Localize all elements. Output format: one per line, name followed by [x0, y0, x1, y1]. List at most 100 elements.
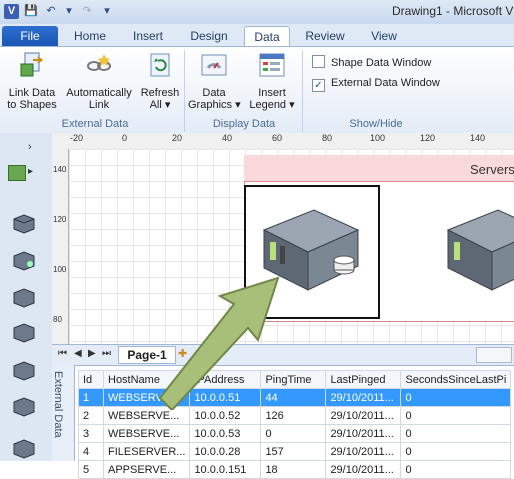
legend-icon: [259, 53, 285, 77]
cell-lastpinged: 29/10/2011...: [325, 406, 402, 425]
cell-hostname: FILESERVER...: [102, 442, 191, 461]
ruler-tick: 100: [370, 133, 386, 143]
checkbox-checked-icon: ✓: [312, 79, 325, 92]
cell-ipaddress: 10.0.0.28: [189, 442, 262, 461]
ruler-tick: 120: [420, 133, 436, 143]
ruler-tick: 140: [53, 165, 67, 174]
cell-pingtime: 18: [260, 460, 327, 479]
server-shape-icon[interactable]: [10, 213, 38, 235]
external-data-label: External Data: [52, 371, 64, 438]
automatically-link-icon: [87, 54, 111, 71]
cell-seconds: 0: [400, 460, 512, 479]
link-data-label: Link Data to Shapes: [7, 87, 57, 111]
redo-icon[interactable]: ↷: [80, 4, 94, 18]
cell-id: 4: [78, 442, 104, 461]
automatically-link-button[interactable]: Automatically Link: [62, 50, 136, 111]
ruler-tick: -20: [70, 133, 84, 143]
group-label-show-hide: Show/Hide: [349, 118, 403, 130]
ruler-tick: 100: [53, 265, 67, 274]
window-title: Drawing1 - Microsoft V: [392, 4, 514, 18]
customize-qat-icon[interactable]: ▾: [100, 4, 114, 18]
column-header-lastpinged[interactable]: LastPinged: [325, 370, 402, 389]
group-separator: [184, 50, 185, 132]
expand-shapes-chevron-icon[interactable]: ›: [28, 141, 32, 153]
first-page-icon[interactable]: ⏮: [58, 348, 67, 359]
server-shape-icon[interactable]: [10, 438, 38, 460]
checkbox-unchecked-icon: [312, 55, 325, 68]
automatically-link-label: Automatically Link: [66, 87, 132, 111]
ruler-tick: 60: [272, 133, 283, 143]
ruler-tick: 40: [222, 133, 233, 143]
shape-data-window-checkbox[interactable]: Shape Data Window: [312, 55, 431, 69]
external-data-table: Id HostName IPAddress PingTime LastPinge…: [78, 370, 512, 479]
server-shape-icon[interactable]: [10, 360, 38, 382]
last-page-icon[interactable]: ⏭: [102, 348, 111, 359]
ruler-tick: 140: [470, 133, 486, 143]
cell-hostname: WEBSERVE...: [102, 424, 191, 443]
undo-icon[interactable]: ↶: [44, 4, 58, 18]
refresh-all-button[interactable]: Refresh All ▾: [138, 50, 182, 111]
cell-ipaddress: 10.0.0.151: [189, 460, 262, 479]
ruler-tick: 120: [53, 215, 67, 224]
server-shape-icon[interactable]: [10, 287, 38, 309]
link-data-to-shapes-button[interactable]: Link Data to Shapes: [4, 50, 60, 111]
horizontal-scrollbar[interactable]: [476, 347, 512, 363]
cell-hostname: APPSERVE...: [102, 460, 191, 479]
undo-dropdown-icon[interactable]: ▾: [62, 4, 76, 18]
visio-app-icon[interactable]: V: [4, 4, 19, 19]
table-row[interactable]: 2 WEBSERVE... 10.0.0.52 126 29/10/2011..…: [78, 406, 512, 425]
external-data-window-checkbox[interactable]: ✓ External Data Window: [312, 77, 440, 92]
tab-design[interactable]: Design: [184, 26, 234, 46]
data-graphics-button[interactable]: Data Graphics ▾: [188, 50, 241, 111]
cell-lastpinged: 29/10/2011...: [325, 442, 402, 461]
cell-seconds: 0: [400, 406, 512, 425]
link-data-icon: [20, 52, 44, 77]
ruler-tick: 80: [53, 315, 62, 324]
horizontal-ruler: -20 0 20 40 60 80 100 120 140: [52, 133, 514, 150]
cell-id: 3: [78, 424, 104, 443]
server-illustration-icon: [446, 209, 514, 291]
insert-legend-label: Insert Legend ▾: [249, 87, 295, 111]
ruler-tick: 20: [172, 133, 183, 143]
annotation-arrow-icon: [158, 276, 280, 410]
cell-pingtime: 0: [260, 424, 327, 443]
ruler-tick: 80: [322, 133, 333, 143]
tab-insert[interactable]: Insert: [124, 26, 172, 46]
external-data-side-label: External Data: [52, 365, 75, 461]
insert-legend-button[interactable]: Insert Legend ▾: [246, 50, 298, 111]
vertical-ruler: 140 120 100 80: [52, 149, 69, 344]
cell-pingtime: 157: [260, 442, 327, 461]
tab-review[interactable]: Review: [300, 26, 350, 46]
external-data-window-label: External Data Window: [331, 77, 440, 89]
ruler-tick: 0: [122, 133, 128, 143]
tab-data[interactable]: Data: [244, 26, 290, 47]
shape-data-window-label: Shape Data Window: [331, 57, 432, 69]
servers-container-title: Servers: [470, 162, 514, 177]
prev-page-icon[interactable]: ◀: [74, 348, 82, 359]
table-row[interactable]: 1 WEBSERVE... 10.0.0.51 44 29/10/2011...…: [78, 388, 512, 407]
cell-seconds: 0: [400, 424, 512, 443]
save-icon[interactable]: 💾: [24, 4, 38, 18]
cell-seconds: 0: [400, 388, 512, 407]
tab-home[interactable]: Home: [68, 26, 112, 46]
server-shape-icon[interactable]: [10, 250, 38, 272]
table-row[interactable]: 5 APPSERVE... 10.0.0.151 18 29/10/2011..…: [78, 460, 512, 479]
group-separator: [302, 50, 303, 132]
column-header-id[interactable]: Id: [78, 370, 104, 389]
cell-ipaddress: 10.0.0.53: [189, 424, 262, 443]
server-shape-icon[interactable]: [10, 396, 38, 418]
shapes-stencil-icon[interactable]: [8, 165, 26, 181]
cell-lastpinged: 29/10/2011...: [325, 388, 402, 407]
column-header-secondssincelastping[interactable]: SecondsSinceLastPi: [400, 370, 512, 389]
cell-lastpinged: 29/10/2011...: [325, 460, 402, 479]
tab-file[interactable]: File: [2, 26, 58, 46]
cell-id: 5: [78, 460, 104, 479]
data-graphics-label: Data Graphics ▾: [188, 87, 241, 111]
stencil-menu-arrow-icon[interactable]: ▸: [28, 166, 33, 177]
tab-view[interactable]: View: [362, 26, 406, 46]
table-row[interactable]: 3 WEBSERVE... 10.0.0.53 0 29/10/2011... …: [78, 424, 512, 443]
data-graphics-icon: [201, 54, 227, 76]
table-row[interactable]: 4 FILESERVER... 10.0.0.28 157 29/10/2011…: [78, 442, 512, 461]
next-page-icon[interactable]: ▶: [88, 348, 96, 359]
server-shape-icon[interactable]: [10, 322, 38, 344]
